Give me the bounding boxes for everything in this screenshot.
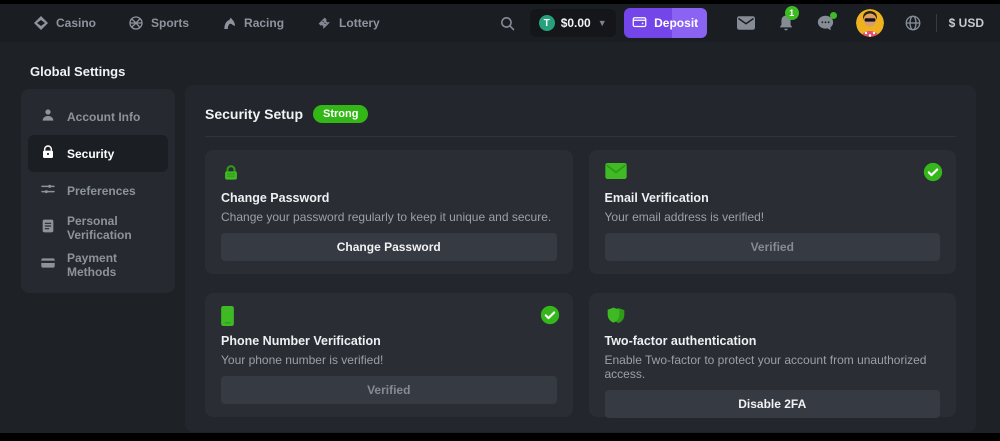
settings-page: Global Settings Account Info Security Pr… bbox=[0, 42, 1000, 433]
card-description: Your phone number is verified! bbox=[221, 353, 557, 367]
nav-item-casino[interactable]: Casino bbox=[33, 15, 96, 31]
verified-check-icon bbox=[923, 162, 943, 187]
divider bbox=[205, 136, 956, 137]
card-description: Your email address is verified! bbox=[605, 210, 941, 224]
sports-icon bbox=[128, 15, 144, 31]
card-title: Two-factor authentication bbox=[605, 334, 941, 348]
nav-item-lottery[interactable]: Lottery bbox=[316, 15, 380, 31]
nav-item-label: Racing bbox=[244, 16, 284, 30]
language-globe-icon[interactable] bbox=[904, 14, 922, 32]
app-window: Casino Sports Racing Lottery bbox=[0, 4, 1000, 433]
card-description: Enable Two-factor to protect your accoun… bbox=[605, 353, 941, 381]
card-title: Email Verification bbox=[605, 191, 941, 205]
sidebar-item-label: Personal Verification bbox=[67, 214, 156, 242]
section-title: Security Setup bbox=[205, 106, 303, 122]
notifications-button[interactable]: 1 bbox=[778, 15, 794, 32]
security-panel: Security Setup Strong Change Password Ch… bbox=[185, 85, 976, 432]
padlock-icon bbox=[221, 163, 557, 183]
shield-icon bbox=[605, 306, 941, 326]
sidebar-item-preferences[interactable]: Preferences bbox=[28, 172, 168, 209]
sidebar-item-label: Payment Methods bbox=[67, 251, 156, 279]
nav-item-label: Sports bbox=[151, 16, 189, 30]
top-navbar: Casino Sports Racing Lottery bbox=[0, 4, 1000, 42]
deposit-button[interactable]: Deposit bbox=[624, 8, 707, 38]
utility-icons: 1 bbox=[737, 15, 834, 32]
sidebar-item-personal-verification[interactable]: Personal Verification bbox=[28, 209, 168, 246]
card-two-factor: Two-factor authentication Enable Two-fac… bbox=[589, 293, 957, 417]
deposit-label: Deposit bbox=[654, 16, 698, 30]
card-title: Change Password bbox=[221, 191, 557, 205]
page-title: Global Settings bbox=[30, 64, 125, 79]
balance-amount: $0.00 bbox=[561, 16, 591, 30]
envelope-icon bbox=[605, 163, 941, 183]
card-email-verification: Email Verification Your email address is… bbox=[589, 150, 957, 274]
sidebar-item-account-info[interactable]: Account Info bbox=[28, 98, 168, 135]
chevron-down-icon: ▼ bbox=[598, 18, 607, 28]
disable-2fa-button[interactable]: Disable 2FA bbox=[605, 390, 941, 418]
card-title: Phone Number Verification bbox=[221, 334, 557, 348]
phone-icon bbox=[221, 306, 557, 326]
mail-icon[interactable] bbox=[737, 16, 755, 30]
security-cards: Change Password Change your password reg… bbox=[205, 150, 956, 417]
settings-sidebar: Account Info Security Preferences Person… bbox=[21, 89, 175, 293]
nav-item-label: Casino bbox=[56, 16, 96, 30]
chat-button[interactable] bbox=[817, 15, 834, 31]
strength-badge: Strong bbox=[313, 105, 368, 123]
sidebar-item-label: Preferences bbox=[67, 184, 136, 198]
balance-selector[interactable]: T $0.00 ▼ bbox=[530, 9, 616, 37]
credit-card-icon bbox=[40, 255, 56, 274]
document-icon bbox=[40, 218, 56, 237]
email-verified-button: Verified bbox=[605, 233, 941, 261]
security-header: Security Setup Strong bbox=[205, 105, 956, 123]
primary-nav: Casino Sports Racing Lottery bbox=[33, 15, 380, 31]
nav-item-label: Lottery bbox=[339, 16, 380, 30]
card-description: Change your password regularly to keep i… bbox=[221, 210, 557, 224]
sidebar-item-payment-methods[interactable]: Payment Methods bbox=[28, 246, 168, 283]
wallet-icon bbox=[632, 15, 647, 31]
sidebar-item-label: Security bbox=[67, 147, 114, 161]
casino-icon bbox=[33, 15, 49, 31]
currency-selector[interactable]: $ USD bbox=[949, 16, 984, 30]
phone-verified-button: Verified bbox=[221, 376, 557, 404]
user-icon bbox=[40, 107, 56, 126]
card-change-password: Change Password Change your password reg… bbox=[205, 150, 573, 274]
racing-icon bbox=[221, 15, 237, 31]
nav-item-sports[interactable]: Sports bbox=[128, 15, 189, 31]
sidebar-item-security[interactable]: Security bbox=[28, 135, 168, 172]
avatar[interactable] bbox=[856, 9, 884, 37]
chat-online-dot bbox=[830, 12, 837, 19]
card-phone-verification: Phone Number Verification Your phone num… bbox=[205, 293, 573, 417]
lock-icon bbox=[40, 144, 56, 163]
search-icon[interactable] bbox=[499, 15, 516, 32]
verified-check-icon bbox=[540, 305, 560, 330]
change-password-button[interactable]: Change Password bbox=[221, 233, 557, 261]
lottery-icon bbox=[316, 15, 332, 31]
sidebar-item-label: Account Info bbox=[67, 110, 140, 124]
nav-item-racing[interactable]: Racing bbox=[221, 15, 284, 31]
sliders-icon bbox=[40, 181, 56, 200]
navbar-right: T $0.00 ▼ Deposit 1 bbox=[499, 8, 984, 38]
divider bbox=[936, 14, 937, 32]
notification-count-badge: 1 bbox=[785, 6, 799, 20]
tether-coin-icon: T bbox=[539, 15, 555, 31]
